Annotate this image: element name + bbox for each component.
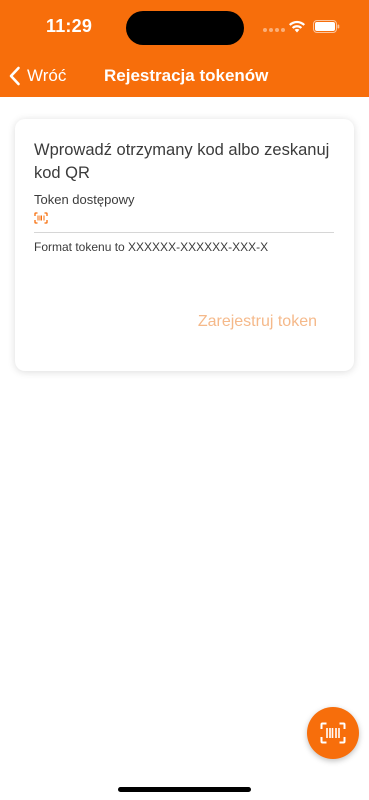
token-input[interactable] bbox=[34, 209, 334, 233]
barcode-scan-icon bbox=[320, 722, 346, 744]
wifi-icon bbox=[289, 20, 305, 33]
register-token-button[interactable]: Zarejestruj token bbox=[198, 313, 317, 331]
back-button[interactable]: Wróć bbox=[8, 64, 66, 88]
home-indicator bbox=[118, 787, 251, 792]
cellular-signal-icon bbox=[263, 28, 285, 32]
token-field-label: Token dostępowy bbox=[34, 192, 135, 207]
token-registration-card: Wprowadź otrzymany kod albo zeskanuj kod… bbox=[15, 119, 354, 371]
barcode-scan-icon[interactable] bbox=[34, 212, 48, 224]
status-bar: 11:29 bbox=[0, 0, 369, 54]
page-title: Rejestracja tokenów bbox=[104, 66, 269, 85]
status-time: 11:29 bbox=[46, 16, 93, 36]
battery-icon bbox=[313, 20, 340, 33]
app-header: 11:29 Wróć Rejestracja tokenów bbox=[0, 0, 369, 97]
card-heading: Wprowadź otrzymany kod albo zeskanuj kod… bbox=[34, 141, 330, 182]
back-label: Wróć bbox=[27, 66, 67, 85]
chevron-left-icon bbox=[9, 66, 20, 86]
dynamic-island bbox=[126, 11, 244, 45]
navigation-bar: Wróć Rejestracja tokenów bbox=[0, 54, 369, 97]
token-format-hint: Format tokenu to XXXXXX-XXXXXX-XXX-X bbox=[34, 240, 269, 254]
scan-qr-fab[interactable] bbox=[307, 707, 359, 759]
